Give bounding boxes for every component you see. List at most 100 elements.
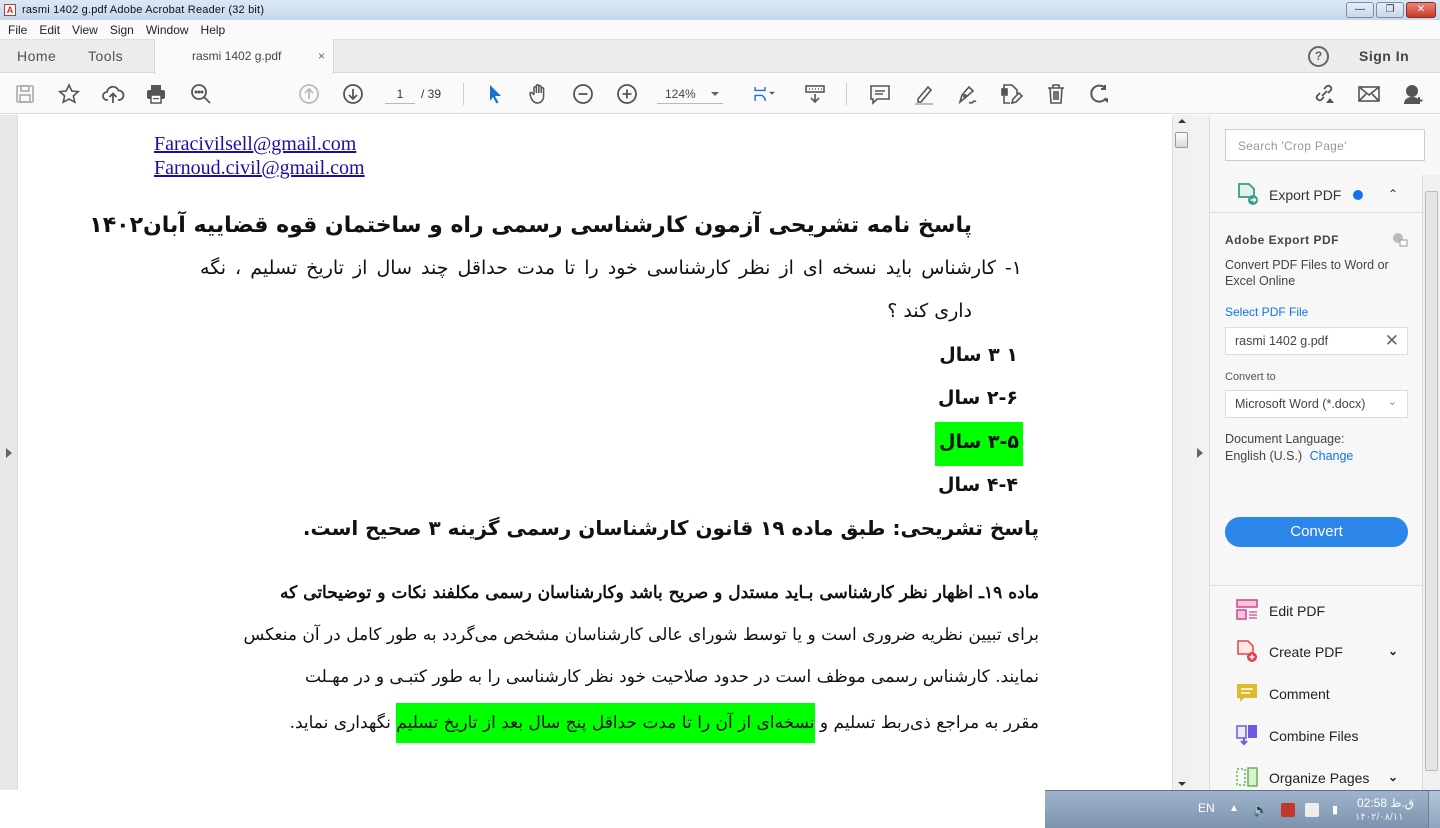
question-line: ۱- کارشناس باید نسخه ای از نظر کارشناسی … xyxy=(200,257,1022,279)
export-pdf-label: Export PDF xyxy=(1269,187,1342,203)
convert-format-select[interactable]: Microsoft Word (*.docx) ⌄ xyxy=(1225,390,1408,418)
menu-help[interactable]: Help xyxy=(201,23,226,37)
right-pane-toggle[interactable] xyxy=(1190,115,1210,790)
menu-view[interactable]: View xyxy=(72,23,98,37)
document-bottom xyxy=(0,790,1045,828)
tool-combine-files[interactable]: Combine Files xyxy=(1210,718,1422,754)
convert-format-value: Microsoft Word (*.docx) xyxy=(1235,397,1366,411)
scrollbar-thumb[interactable] xyxy=(1175,132,1188,148)
share-link-icon[interactable] xyxy=(1312,82,1336,106)
convert-button[interactable]: Convert xyxy=(1225,517,1408,547)
save-icon[interactable] xyxy=(13,82,37,106)
minimize-button[interactable]: — xyxy=(1346,2,1374,18)
input-language-indicator[interactable]: EN xyxy=(1198,801,1215,815)
help-icon[interactable]: ? xyxy=(1308,46,1329,67)
clock-date[interactable]: ۱۴۰۲/۰۸/۱۱ xyxy=(1355,812,1404,823)
change-language-link[interactable]: Change xyxy=(1310,449,1354,463)
add-user-icon[interactable] xyxy=(1401,82,1425,106)
page-down-icon[interactable] xyxy=(341,82,365,106)
select-pdf-file-label[interactable]: Select PDF File xyxy=(1225,305,1308,319)
article-line: برای تبیین نظریه ضروری است و یا توسط شور… xyxy=(243,625,1039,645)
clear-file-icon[interactable]: ✕ xyxy=(1385,331,1399,351)
menu-edit[interactable]: Edit xyxy=(39,23,60,37)
action-center-flag-icon[interactable] xyxy=(1305,803,1319,817)
tool-label: Edit PDF xyxy=(1269,603,1326,619)
article-line: مقرر به مراجع ذی‌ربط تسلیم و نسخه‌ای از … xyxy=(290,703,1039,743)
export-pdf-header[interactable]: Export PDF ⌃ xyxy=(1210,175,1422,213)
tool-create-pdf[interactable]: Create PDF ⌄ xyxy=(1210,634,1422,670)
chevron-up-icon[interactable]: ⌃ xyxy=(1388,187,1398,201)
document-scrollbar[interactable] xyxy=(1172,115,1190,790)
highlighted-text: نسخه‌ای از آن را تا مدت حداقل پنج سال بع… xyxy=(396,703,815,743)
chevron-down-icon[interactable]: ⌄ xyxy=(1388,770,1398,784)
email-link[interactable]: Farnoud.civil@gmail.com xyxy=(154,157,365,180)
power-icon[interactable] xyxy=(1281,803,1295,817)
left-pane-toggle[interactable] xyxy=(0,115,18,790)
menu-sign[interactable]: Sign xyxy=(110,23,134,37)
tab-bar: Home Tools rasmi 1402 g.pdf × ? Sign In xyxy=(0,39,1440,74)
selected-file-name: rasmi 1402 g.pdf xyxy=(1235,334,1329,348)
email-link[interactable]: Faracivilsell@gmail.com xyxy=(154,133,356,156)
show-hidden-icons-icon[interactable]: ▲ xyxy=(1229,803,1243,817)
network-signal-icon[interactable]: ▮ xyxy=(1332,803,1346,817)
comment-icon[interactable] xyxy=(868,82,892,106)
tool-label: Combine Files xyxy=(1269,728,1359,744)
tool-label: Create PDF xyxy=(1269,644,1343,660)
tools-search-input[interactable]: Search 'Crop Page' xyxy=(1225,129,1425,161)
premium-badge-icon xyxy=(1353,190,1363,200)
edit-pdf-icon[interactable] xyxy=(999,82,1023,106)
sign-in-button[interactable]: Sign In xyxy=(1359,40,1409,73)
fit-page-icon[interactable] xyxy=(748,82,782,106)
toolbar-divider xyxy=(846,83,847,105)
zoom-in-icon[interactable] xyxy=(615,82,639,106)
tools-pane: Search 'Crop Page' Export PDF ⌃ Adobe Ex… xyxy=(1210,115,1440,790)
volume-icon[interactable]: 🔈 xyxy=(1253,803,1268,817)
clock-time[interactable]: 02:58 ق.ظ xyxy=(1357,796,1414,810)
restore-button[interactable]: ❐ xyxy=(1376,2,1404,18)
tool-comment[interactable]: Comment xyxy=(1210,676,1422,712)
chevron-down-icon: ⌄ xyxy=(1387,396,1397,408)
selected-file-field[interactable]: rasmi 1402 g.pdf ✕ xyxy=(1225,327,1408,355)
hand-pan-icon[interactable] xyxy=(527,82,551,106)
zoom-level-select[interactable]: 124% xyxy=(657,86,723,104)
tab-tools[interactable]: Tools xyxy=(88,40,123,73)
acrobat-window: A rasmi 1402 g.pdf Adobe Acrobat Reader … xyxy=(0,0,1440,828)
rotate-icon[interactable] xyxy=(1088,82,1112,106)
tab-home[interactable]: Home xyxy=(17,40,56,73)
article-text: مقرر به مراجع ذی‌ربط تسلیم و xyxy=(814,713,1039,733)
close-window-button[interactable]: ✕ xyxy=(1406,2,1436,18)
tab-document[interactable]: rasmi 1402 g.pdf × xyxy=(154,39,334,74)
menu-window[interactable]: Window xyxy=(146,23,189,37)
tools-pane-scrollbar[interactable] xyxy=(1422,175,1440,790)
scroll-up-icon[interactable] xyxy=(1178,119,1186,123)
select-arrow-icon[interactable] xyxy=(483,82,507,106)
export-pdf-icon xyxy=(1238,183,1258,205)
convert-to-label: Convert to xyxy=(1225,371,1276,383)
close-tab-icon[interactable]: × xyxy=(318,39,325,73)
zoom-out-icon[interactable] xyxy=(571,82,595,106)
scroll-down-icon[interactable] xyxy=(1178,782,1186,786)
document-viewport[interactable]: Faracivilsell@gmail.com Farnoud.civil@gm… xyxy=(18,115,1172,790)
delete-icon[interactable] xyxy=(1044,82,1068,106)
tool-label: Organize Pages xyxy=(1269,770,1370,786)
article-line-text: ماده ۱۹ـ اظهار نظر کارشناسی بـاید مستدل … xyxy=(280,583,1039,603)
menu-file[interactable]: File xyxy=(8,23,27,37)
print-icon[interactable] xyxy=(144,82,168,106)
highlight-icon[interactable] xyxy=(912,82,936,106)
tool-edit-pdf[interactable]: Edit PDF xyxy=(1210,593,1422,629)
create-pdf-icon xyxy=(1237,640,1257,662)
read-mode-icon[interactable] xyxy=(803,82,827,106)
zoom-level-value: 124% xyxy=(665,87,696,101)
chevron-down-icon[interactable]: ⌄ xyxy=(1388,644,1398,658)
show-desktop-button[interactable] xyxy=(1428,791,1440,828)
sign-icon[interactable] xyxy=(955,82,979,106)
find-icon[interactable] xyxy=(189,82,213,106)
upload-cloud-icon[interactable] xyxy=(101,82,125,106)
pane-divider xyxy=(1210,585,1422,586)
scrollbar-thumb[interactable] xyxy=(1425,191,1438,771)
email-icon[interactable] xyxy=(1357,82,1381,106)
page-number-input[interactable]: 1 xyxy=(385,86,415,104)
page-up-icon[interactable] xyxy=(297,82,321,106)
toolbar-divider xyxy=(463,83,464,105)
bookmark-star-icon[interactable] xyxy=(57,82,81,106)
